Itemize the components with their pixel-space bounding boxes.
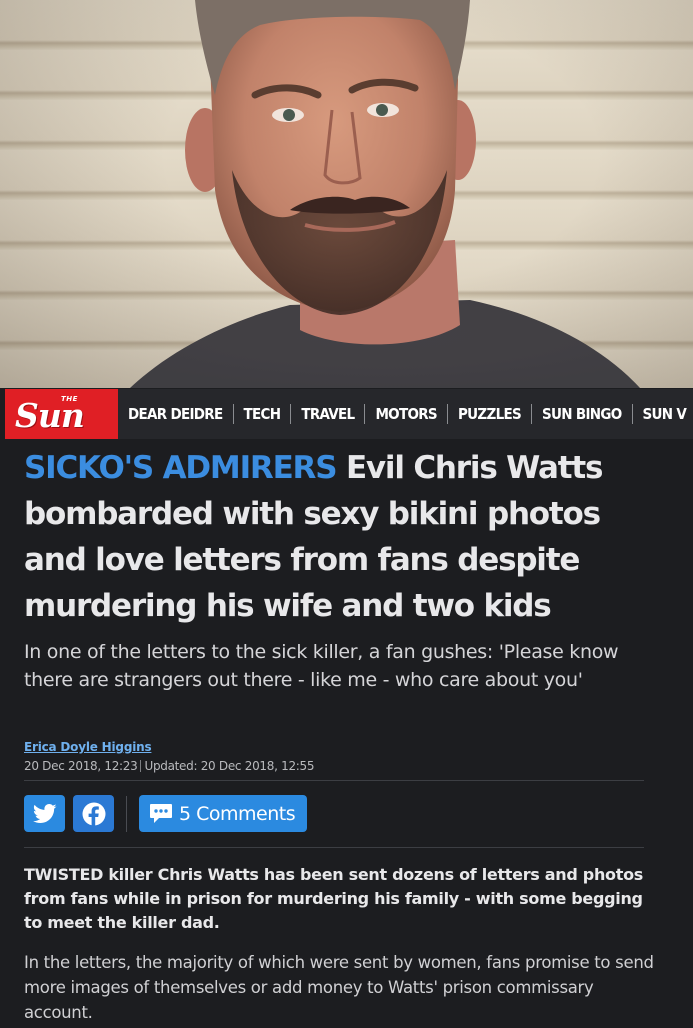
headline-kicker: SICKO'S ADMIRERS [24, 450, 338, 486]
speech-bubble-icon [149, 803, 173, 825]
article-hero-photo [0, 0, 693, 388]
facebook-icon [82, 802, 105, 826]
facebook-share-button[interactable] [73, 795, 114, 832]
share-bar: 5 Comments [24, 795, 308, 832]
article: SICKO'S ADMIRERS Evil Chris Watts bombar… [24, 445, 664, 1022]
comments-count: 5 Comments [179, 802, 296, 825]
nav-items: DEAR DEIDRE TECH TRAVEL MOTORS PUZZLES S… [118, 389, 693, 439]
byline: Erica Doyle Higgins 20 Dec 2018, 12:23 Up… [24, 736, 314, 773]
article-headline: SICKO'S ADMIRERS Evil Chris Watts bombar… [24, 445, 664, 629]
article-lead-paragraph: TWISTED killer Chris Watts has been sent… [24, 865, 643, 932]
nav-item-sun-bingo[interactable]: SUN BINGO [532, 405, 632, 423]
date-divider [140, 760, 142, 772]
published-date: 20 Dec 2018, 12:23 [24, 759, 138, 773]
nav-item-tech[interactable]: TECH [234, 405, 291, 423]
man-portrait [130, 0, 640, 388]
twitter-icon [32, 803, 56, 823]
nav-item-puzzles[interactable]: PUZZLES [448, 405, 531, 423]
site-nav-bar: THE Sun DEAR DEIDRE TECH TRAVEL MOTORS P… [5, 389, 693, 439]
nav-item-travel[interactable]: TRAVEL [291, 405, 364, 423]
twitter-share-button[interactable] [24, 795, 65, 832]
author-link[interactable]: Erica Doyle Higgins [24, 740, 152, 754]
article-dates: 20 Dec 2018, 12:23 Updated: 20 Dec 2018, … [24, 759, 314, 773]
article-standfirst: In one of the letters to the sick killer… [24, 641, 619, 691]
nav-item-sun-v[interactable]: SUN V [633, 405, 693, 423]
comments-button[interactable]: 5 Comments [139, 795, 308, 832]
divider-line [24, 780, 644, 781]
share-divider [126, 795, 127, 832]
divider-line [24, 847, 644, 848]
nav-item-motors[interactable]: MOTORS [365, 405, 447, 423]
updated-date: Updated: 20 Dec 2018, 12:55 [144, 759, 315, 773]
article-paragraph: In the letters, the majority of which we… [24, 953, 654, 1022]
logo-sun-text: Sun [15, 396, 85, 435]
the-sun-logo[interactable]: THE Sun [5, 389, 118, 439]
nav-item-dear-deidre[interactable]: DEAR DEIDRE [118, 405, 233, 423]
